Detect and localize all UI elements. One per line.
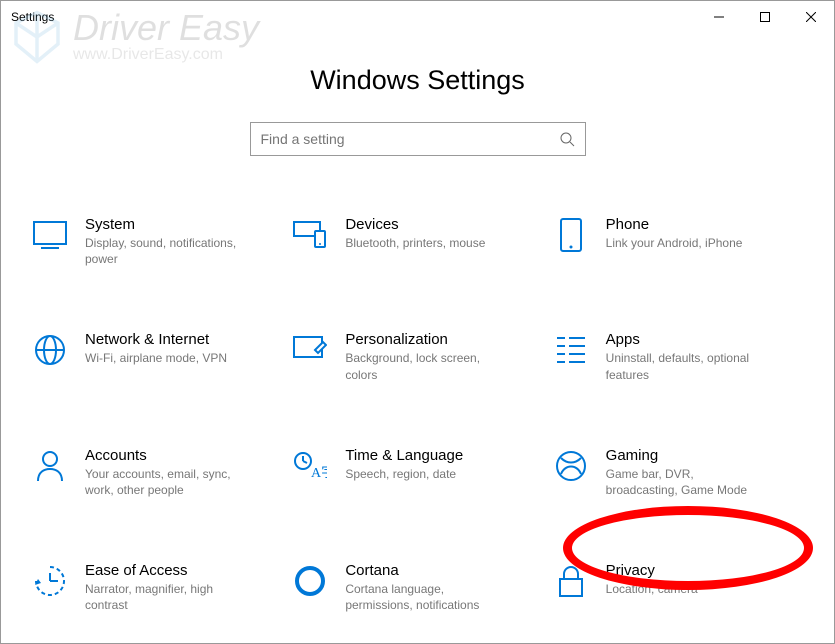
page-title: Windows Settings (1, 65, 834, 96)
minimize-button[interactable] (696, 1, 742, 33)
tile-system[interactable]: System Display, sound, notifications, po… (27, 212, 287, 271)
tile-privacy[interactable]: Privacy Location, camera (548, 558, 808, 617)
tile-desc: Cortana language, permissions, notificat… (345, 581, 505, 613)
window-controls (696, 1, 834, 33)
tile-title: Cortana (345, 562, 505, 579)
tile-devices[interactable]: Devices Bluetooth, printers, mouse (287, 212, 547, 271)
tile-gaming[interactable]: Gaming Game bar, DVR, broadcasting, Game… (548, 443, 808, 502)
ease-icon (31, 562, 69, 600)
tile-title: Time & Language (345, 447, 463, 464)
search-input[interactable] (261, 131, 559, 147)
tile-desc: Location, camera (606, 581, 698, 597)
minimize-icon (714, 12, 724, 22)
close-icon (806, 12, 816, 22)
maximize-button[interactable] (742, 1, 788, 33)
tile-desc: Uninstall, defaults, optional features (606, 350, 766, 382)
tile-desc: Game bar, DVR, broadcasting, Game Mode (606, 466, 766, 498)
paint-icon (291, 331, 329, 369)
tile-cortana[interactable]: Cortana Cortana language, permissions, n… (287, 558, 547, 617)
tile-desc: Link your Android, iPhone (606, 235, 743, 251)
tile-title: Network & Internet (85, 331, 227, 348)
time-language-icon: A字 (291, 447, 329, 485)
tile-apps[interactable]: Apps Uninstall, defaults, optional featu… (548, 327, 808, 386)
tile-desc: Wi-Fi, airplane mode, VPN (85, 350, 227, 366)
tile-personalization[interactable]: Personalization Background, lock screen,… (287, 327, 547, 386)
tile-title: Privacy (606, 562, 698, 579)
close-button[interactable] (788, 1, 834, 33)
apps-icon (552, 331, 590, 369)
tile-desc: Speech, region, date (345, 466, 463, 482)
phone-icon (552, 216, 590, 254)
person-icon (31, 447, 69, 485)
globe-icon (31, 331, 69, 369)
tile-title: Accounts (85, 447, 245, 464)
tile-title: Ease of Access (85, 562, 245, 579)
cortana-icon (291, 562, 329, 600)
tile-title: Personalization (345, 331, 505, 348)
tile-desc: Bluetooth, printers, mouse (345, 235, 485, 251)
tile-desc: Display, sound, notifications, power (85, 235, 245, 267)
tile-desc: Background, lock screen, colors (345, 350, 505, 382)
tile-desc: Your accounts, email, sync, work, other … (85, 466, 245, 498)
watermark-url: www.DriverEasy.com (73, 46, 259, 64)
tile-ease-of-access[interactable]: Ease of Access Narrator, magnifier, high… (27, 558, 287, 617)
tile-phone[interactable]: Phone Link your Android, iPhone (548, 212, 808, 271)
tile-title: Apps (606, 331, 766, 348)
window-title: Settings (11, 10, 54, 24)
lock-icon (552, 562, 590, 600)
search-box[interactable] (250, 122, 586, 156)
titlebar: Settings (1, 1, 834, 33)
devices-icon (291, 216, 329, 254)
tile-time-language[interactable]: A字 Time & Language Speech, region, date (287, 443, 547, 502)
tile-title: Gaming (606, 447, 766, 464)
svg-text:A字: A字 (311, 465, 327, 481)
tile-desc: Narrator, magnifier, high contrast (85, 581, 245, 613)
tile-title: System (85, 216, 245, 233)
settings-grid: System Display, sound, notifications, po… (1, 156, 834, 638)
tile-title: Phone (606, 216, 743, 233)
system-icon (31, 216, 69, 254)
maximize-icon (760, 12, 770, 22)
tile-accounts[interactable]: Accounts Your accounts, email, sync, wor… (27, 443, 287, 502)
search-icon (559, 131, 575, 147)
tile-title: Devices (345, 216, 485, 233)
xbox-icon (552, 447, 590, 485)
tile-network[interactable]: Network & Internet Wi-Fi, airplane mode,… (27, 327, 287, 386)
